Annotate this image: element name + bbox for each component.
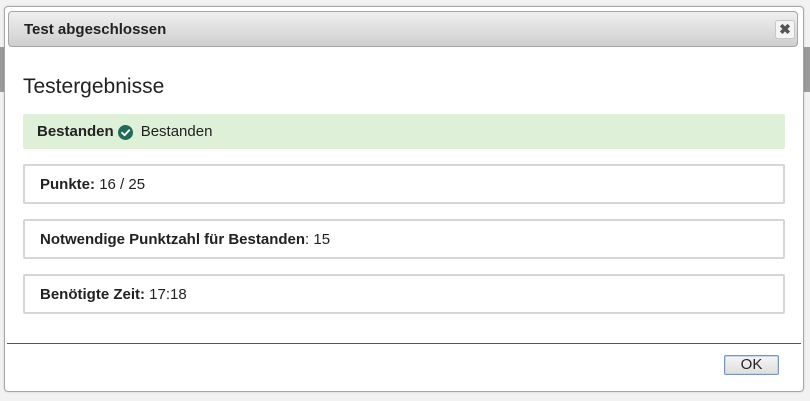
time-box: Benötigte Zeit: 17:18 [23,274,785,314]
time-label: Benötigte Zeit: [40,285,145,303]
points-label: Punkte: [40,175,96,193]
backdrop-right [803,47,810,92]
status-label: Bestanden [37,123,114,140]
points-box: Punkte: 16 / 25 [23,164,785,204]
required-points-value: 15 [313,230,331,248]
status-value: Bestanden [140,123,213,140]
time-value: 17:18 [149,285,187,303]
required-points-separator: : [305,230,314,248]
dialog-title: Test abgeschlossen [24,21,167,38]
points-value: 16 / 25 [99,175,146,193]
results-heading: Testergebnisse [23,75,165,98]
close-icon[interactable]: ✖ [775,20,795,39]
test-complete-dialog: Test abgeschlossen ✖ Testergebnisse Best… [4,6,804,392]
required-points-box: Notwendige Punktzahl für Bestanden : 15 [23,219,785,259]
required-points-label: Notwendige Punktzahl für Bestanden [40,230,306,248]
footer-divider [7,343,801,344]
ok-button[interactable]: OK [724,355,779,375]
dialog-titlebar[interactable]: Test abgeschlossen ✖ [8,11,798,47]
check-circle-icon [117,124,133,140]
status-box: Bestanden Bestanden [23,114,785,149]
results-content: Testergebnisse Bestanden Bestanden Punkt… [23,73,785,329]
